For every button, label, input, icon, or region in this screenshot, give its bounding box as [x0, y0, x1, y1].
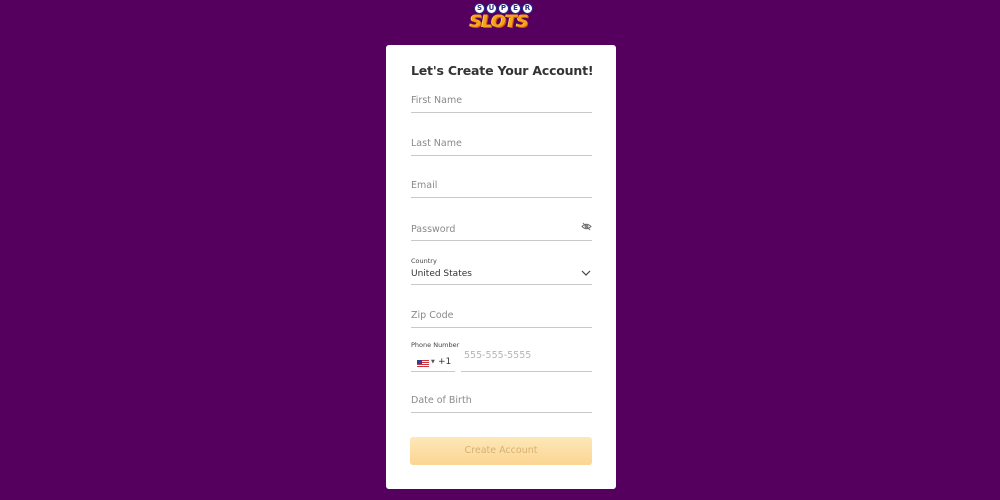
password-field[interactable]: Password [411, 211, 592, 241]
zip-code-placeholder: Zip Code [411, 310, 454, 321]
eye-slash-icon[interactable] [581, 222, 592, 231]
us-flag-icon [417, 360, 429, 367]
email-field[interactable]: Email [411, 179, 592, 198]
date-of-birth-placeholder: Date of Birth [411, 395, 472, 406]
phone-country-selector[interactable]: ▼ +1 [411, 344, 455, 372]
date-of-birth-field[interactable]: Date of Birth [411, 392, 592, 413]
logo-slots-text: SLOTS [470, 12, 529, 32]
country-label: Country [411, 257, 437, 265]
first-name-placeholder: First Name [411, 95, 463, 106]
create-account-button[interactable]: Create Account [410, 437, 592, 465]
email-placeholder: Email [411, 180, 438, 191]
last-name-placeholder: Last Name [411, 138, 462, 149]
super-slots-logo[interactable]: S U P E R SLOTS [470, 3, 533, 33]
country-value: United States [411, 269, 472, 279]
phone-number-field: Phone Number ▼ +1 555-555-5555 [411, 340, 592, 372]
dial-code: +1 [438, 357, 452, 367]
form-title: Let's Create Your Account! [411, 63, 594, 78]
caret-down-icon: ▼ [431, 359, 435, 365]
zip-code-field[interactable]: Zip Code [411, 307, 592, 328]
last-name-field[interactable]: Last Name [411, 136, 592, 156]
first-name-field[interactable]: First Name [411, 93, 592, 113]
chevron-down-icon [581, 270, 591, 276]
password-placeholder: Password [411, 224, 456, 235]
phone-placeholder: 555-555-5555 [464, 350, 532, 361]
signup-card: Let's Create Your Account! First Name La… [386, 45, 616, 489]
phone-input[interactable]: 555-555-5555 [461, 344, 592, 372]
country-select[interactable]: Country United States [411, 254, 592, 285]
